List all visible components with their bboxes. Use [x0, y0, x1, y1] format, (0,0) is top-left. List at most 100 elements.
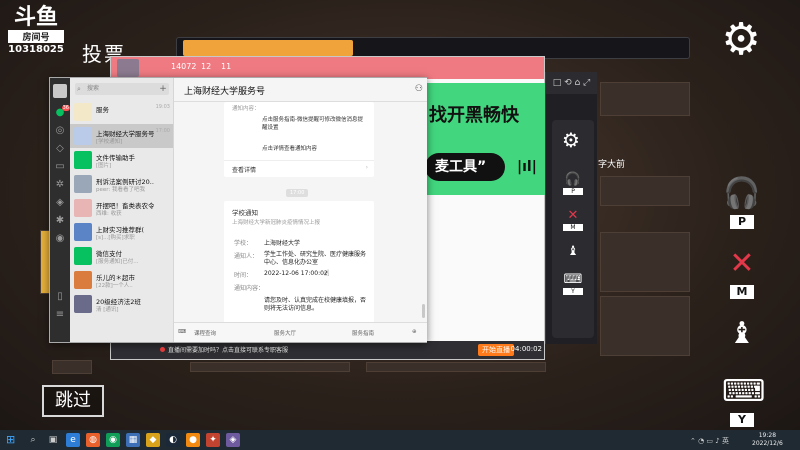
firefox-icon[interactable]: ◍	[86, 433, 100, 447]
chat-list-item[interactable]: 上财实习推荐群([s]...[购买]求职	[70, 220, 173, 244]
wechat-taskbar-icon[interactable]: ◉	[106, 433, 120, 447]
alert-dot-icon	[160, 347, 165, 352]
room-id: 10318025	[8, 44, 64, 55]
feed-scrollbar[interactable]	[422, 304, 425, 318]
profile-icon[interactable]: ⚇	[415, 84, 423, 94]
mini-mic-muted-icon[interactable]: ✕ M	[563, 208, 583, 231]
player-slot[interactable]	[366, 362, 546, 372]
viewer-stat: 11	[221, 62, 232, 71]
chat-preview: [图片]	[96, 163, 112, 169]
time-label: 时间：	[234, 272, 253, 279]
moments-icon[interactable]: ✲	[50, 176, 70, 194]
edge-icon[interactable]: e	[66, 433, 80, 447]
contacts-icon[interactable]: ◎	[50, 122, 70, 140]
card1-content-label: 通知内容：	[232, 106, 260, 112]
message-card[interactable]: 通知内容： 点击服务指南-微信提醒可修改微信消息提醒设置 点击详情查看通知内容 …	[224, 102, 374, 177]
promo-banner[interactable]: 找开黑畅快 麦工具” |ıl|	[423, 83, 546, 195]
search-input[interactable]: ⌕ 搜索	[75, 83, 168, 95]
skip-button[interactable]: 跳过	[42, 385, 104, 417]
search-icon[interactable]: ⌕	[26, 433, 40, 447]
chat-time: 17:00	[155, 128, 170, 134]
search-feed-icon[interactable]: ✱	[50, 212, 70, 230]
taskbar: ⊞ ⌕ ▣ e ◍ ◉ ▦ ◆ ◐ ● ✦ ◈ ⌃ ◔ ▭ ♪ 英 19:28 …	[0, 430, 800, 450]
app3-taskbar-icon[interactable]: ◈	[226, 433, 240, 447]
keybind-key: M	[730, 285, 754, 299]
chat-list-item[interactable]: 刑诉法案例研讨20... peer: 我看看了吧我	[70, 172, 173, 196]
chat-preview: [服务通知]已付...	[96, 259, 139, 265]
menu-item-service-hall[interactable]: 服务大厅	[274, 329, 296, 337]
windows-start-icon[interactable]: ⊞	[6, 434, 15, 446]
chat-list: ⌕ 搜索 + 服务 19:03 上海财经大学服务号 [学校通知] 17:00 文件传输助手[…	[70, 78, 174, 342]
chat-list-item[interactable]: 20级经济法2班清 [通讯]	[70, 292, 173, 316]
start-live-button[interactable]: 开始直播	[478, 344, 514, 356]
chat-list-item[interactable]: 服务 19:03	[70, 100, 173, 124]
channels-icon[interactable]: ◈	[50, 194, 70, 212]
mouse-cursor-icon: ☝	[324, 269, 330, 279]
settings-gear-icon[interactable]: ⚙	[718, 18, 764, 64]
steam-icon[interactable]: ◐	[166, 433, 180, 447]
mini-chess-icon[interactable]: ♝	[563, 244, 583, 259]
player-slot[interactable]	[600, 82, 690, 116]
chat-list-item[interactable]: 文件传输助手 [图片]	[70, 148, 173, 172]
wechat-nav-bar: ● 36 ◎ ◇ ▭ ✲ ◈ ✱ ◉ ▯ ≡	[50, 78, 70, 342]
menu-item-service-guide[interactable]: 服务指南	[352, 329, 374, 337]
chat-list-item[interactable]: 开摆吧！畜类表农令 西维: 收获	[70, 196, 173, 220]
add-icon[interactable]: +	[157, 83, 169, 95]
mini-program-icon[interactable]: ◉	[50, 230, 70, 248]
user-avatar[interactable]	[53, 84, 67, 98]
app-taskbar-icon[interactable]: ◆	[146, 433, 160, 447]
folder-taskbar-icon[interactable]: ▦	[126, 433, 140, 447]
favorites-icon[interactable]: ◇	[50, 140, 70, 158]
chat-preview: 清 [通讯]	[96, 307, 119, 313]
chat-avatar	[74, 175, 92, 193]
player-slot[interactable]	[190, 362, 350, 372]
expand-icon[interactable]: ⊕	[412, 329, 417, 335]
folder-icon[interactable]: ▭	[50, 158, 70, 176]
chat-list-item[interactable]: 上海财经大学服务号 [学校通知] 17:00	[70, 124, 173, 148]
panel-controls[interactable]: □ ⟲ ⌂ ⤢	[546, 72, 597, 94]
phone-icon[interactable]: ▯	[50, 288, 70, 306]
panel-settings-icon[interactable]: ⚙	[562, 128, 580, 152]
mini-keyboard-icon[interactable]: ⌨ Y	[563, 272, 583, 295]
douyu-taskbar-icon[interactable]: ●	[186, 433, 200, 447]
headphones-keybind[interactable]: 🎧 P	[722, 178, 762, 229]
banner-pill: 麦工具”	[425, 153, 505, 181]
chat-time: 19:03	[155, 104, 170, 110]
notice-subtitle: 上海财经大学新冠肺炎疫情情况上报	[232, 220, 321, 226]
player-slot[interactable]	[600, 296, 690, 356]
chess-keybind[interactable]: ♝	[722, 318, 762, 350]
service-menu-bar: ⌨ 课程查询 服务大厅 服务指南 ⊕	[174, 322, 427, 342]
keyboard-keybind[interactable]: ⌨ Y	[722, 376, 765, 427]
mic-muted-icon: ✕	[729, 246, 755, 281]
wechat-window[interactable]: ● 36 ◎ ◇ ▭ ✲ ◈ ✱ ◉ ▯ ≡ ⌕ 搜索 + 服务 19:03 上海财经大…	[49, 77, 427, 343]
player-slot[interactable]	[600, 232, 690, 292]
platform-logo: 斗鱼	[13, 4, 58, 30]
chat-avatar	[74, 127, 92, 145]
chat-list-item[interactable]: 乐儿的＊超市 [22款]一个人..	[70, 268, 173, 292]
content-value: 请您及时、认真完成在校健康填报，否则将无法访问信息。	[264, 297, 367, 312]
mini-headphones-icon[interactable]: 🎧 P	[563, 172, 583, 195]
view-details-link[interactable]: 查看详情	[232, 165, 256, 174]
notice-title: 学校通知	[232, 209, 258, 217]
notification-bar[interactable]: 直播间需要加时吗？点击直接可联系专职客服	[160, 345, 288, 354]
player-slot[interactable]	[52, 360, 92, 374]
task-view-icon[interactable]: ▣	[46, 433, 60, 447]
menu-item-course[interactable]: 课程查询	[194, 329, 216, 337]
chat-main: 上海财经大学服务号 ⚇ 通知内容： 点击服务指南-微信提醒可修改微信消息提醒设置…	[174, 78, 427, 342]
taskbar-clock[interactable]: 19:28 2022/12/6	[752, 432, 783, 448]
player-slot[interactable]	[600, 176, 690, 206]
chat-preview: 西维: 收获	[96, 211, 122, 217]
app2-taskbar-icon[interactable]: ✦	[206, 433, 220, 447]
recipients-value: 学生工作处、研究生院、医疗健康服务中心、信息化办公室	[264, 251, 367, 266]
chat-icon[interactable]: ● 36	[50, 104, 70, 122]
keyboard-toggle-icon[interactable]: ⌨	[178, 329, 186, 335]
chat-list-item[interactable]: 微信支付 [服务通知]已付...	[70, 244, 173, 268]
school-notice-card[interactable]: 学校通知 上海财经大学新冠肺炎疫情情况上报 学校： 上海财经大学 通知人： 学生…	[224, 201, 374, 323]
chat-header: 上海财经大学服务号 ⚇	[174, 78, 427, 102]
menu-icon[interactable]: ≡	[50, 306, 70, 324]
vote-progress-fill	[183, 40, 353, 56]
mic-keybind[interactable]: ✕ M	[722, 248, 762, 299]
tray-icons[interactable]: ⌃ ◔ ▭ ♪ 英	[690, 436, 729, 446]
taskbar-time: 19:28	[758, 432, 777, 439]
streamer-avatar[interactable]	[117, 59, 139, 77]
